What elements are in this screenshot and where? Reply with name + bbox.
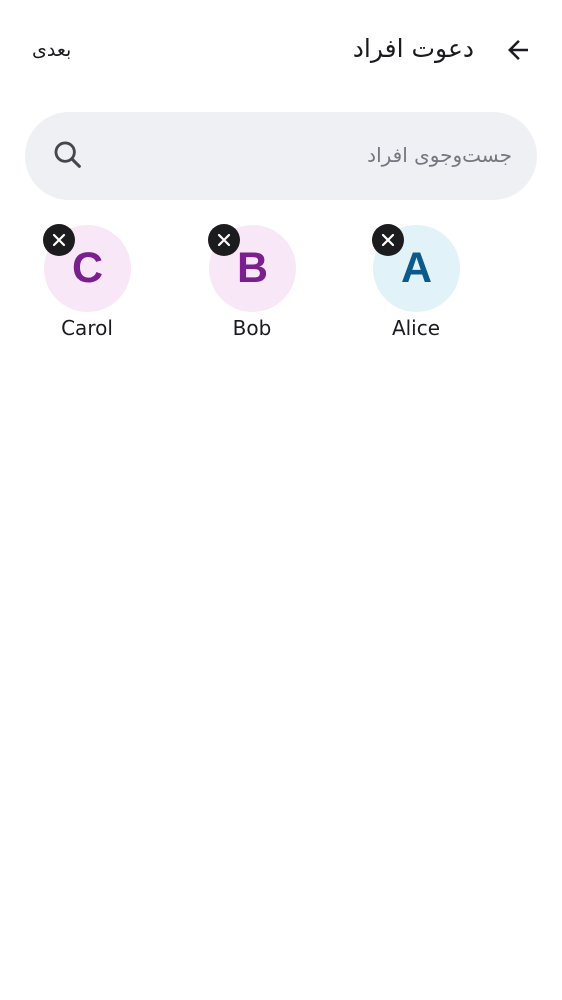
avatar-initial: C (71, 244, 104, 292)
person-name: Alice (391, 316, 441, 340)
selected-person-chip[interactable]: C Carol (22, 224, 152, 354)
avatar-initial: B (236, 244, 269, 292)
close-icon (217, 233, 231, 247)
avatar-initial: A (400, 244, 433, 292)
person-name: Bob (232, 316, 272, 340)
person-name: Carol (61, 316, 113, 340)
close-icon (52, 233, 66, 247)
remove-person-button[interactable] (43, 224, 75, 256)
close-icon (381, 233, 395, 247)
top-app-bar: دعوت افراد بعدی (0, 0, 562, 100)
next-button[interactable]: بعدی (20, 30, 83, 70)
arrow-back-icon (508, 40, 528, 60)
page-title: دعوت افراد (352, 34, 474, 63)
remove-person-button[interactable] (208, 224, 240, 256)
search-input[interactable] (100, 130, 512, 180)
back-button[interactable] (494, 26, 542, 74)
selected-person-chip[interactable]: A Alice (351, 224, 481, 354)
search-icon (50, 135, 86, 175)
remove-person-button[interactable] (372, 224, 404, 256)
selected-person-chip[interactable]: B Bob (187, 224, 317, 354)
invite-people-screen: دعوت افراد بعدی C Carol B Bob (0, 0, 562, 1000)
